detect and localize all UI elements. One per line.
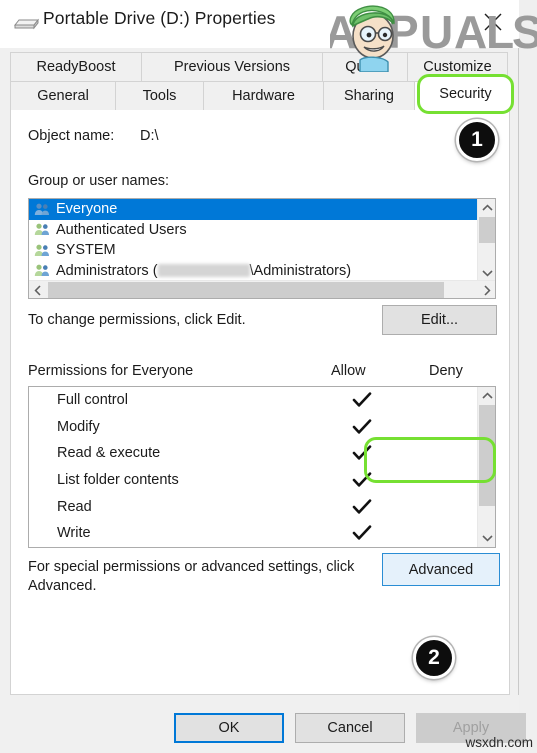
scrollbar-thumb[interactable] xyxy=(479,217,495,243)
window-title: Portable Drive (D:) Properties xyxy=(43,8,276,28)
tab-tools[interactable]: Tools xyxy=(115,81,204,110)
tab-security-label[interactable]: Security xyxy=(417,74,514,114)
table-row[interactable]: List folder contents xyxy=(29,467,479,494)
scroll-up-icon[interactable] xyxy=(478,387,495,405)
list-item[interactable]: SYSTEM xyxy=(29,240,478,261)
scroll-up-icon[interactable] xyxy=(478,199,495,217)
permissions-vertical-scrollbar[interactable] xyxy=(477,387,495,547)
list-item-label-suffix: \Administrators) xyxy=(249,262,352,279)
security-panel: Object name: D:\ Group or user names: Ev… xyxy=(10,110,510,695)
column-header-allow: Allow xyxy=(331,363,366,379)
allow-checkmark-icon[interactable] xyxy=(351,442,373,464)
advanced-button[interactable]: Advanced xyxy=(382,553,500,586)
allow-checkmark-icon[interactable] xyxy=(351,416,373,438)
screenshot-root: Portable Drive (D:) Properties ReadyBoos… xyxy=(0,0,537,753)
tab-label: General xyxy=(37,88,89,104)
tab-label: Sharing xyxy=(344,88,394,104)
tab-quota[interactable]: Quota xyxy=(322,52,408,81)
scrollbar-thumb[interactable] xyxy=(48,282,444,298)
tab-readyboost[interactable]: ReadyBoost xyxy=(10,52,142,81)
step-badge-1: 1 xyxy=(456,119,498,161)
tab-previous-versions[interactable]: Previous Versions xyxy=(141,52,323,81)
table-row[interactable]: Full control xyxy=(29,387,479,414)
allow-checkmark-icon[interactable] xyxy=(351,522,373,544)
permissions-header: Permissions for Everyone xyxy=(28,363,194,379)
permissions-list-box[interactable]: Full control Modify Read & execute List … xyxy=(28,386,496,548)
scrollbar-thumb[interactable] xyxy=(479,405,495,506)
column-header-deny: Deny xyxy=(429,363,463,379)
list-item[interactable]: Authenticated Users xyxy=(29,220,478,241)
step-badge-2: 2 xyxy=(413,637,455,679)
permission-name: Full control xyxy=(57,392,128,409)
permission-name: Modify xyxy=(57,418,100,435)
users-icon xyxy=(34,202,51,217)
table-row[interactable]: Read xyxy=(29,493,479,520)
group-list-horizontal-scrollbar[interactable] xyxy=(29,280,495,298)
tab-hardware[interactable]: Hardware xyxy=(203,81,324,110)
redacted-computer-name xyxy=(157,264,250,278)
advanced-hint-text: For special permissions or advanced sett… xyxy=(28,559,355,594)
permission-name: List folder contents xyxy=(57,472,179,489)
permission-name: Read xyxy=(57,498,92,515)
tab-label: Quota xyxy=(345,59,385,75)
tab-label: Previous Versions xyxy=(173,59,291,75)
tab-label: ReadyBoost xyxy=(36,59,116,75)
list-item[interactable]: Administrators ( \Administrators) xyxy=(29,261,478,282)
ok-button-label: OK xyxy=(218,720,240,736)
scroll-down-icon[interactable] xyxy=(478,529,495,547)
scroll-right-icon[interactable] xyxy=(478,281,495,298)
group-or-user-names-label: Group or user names: xyxy=(28,173,170,189)
external-drive-icon xyxy=(12,16,40,32)
edit-button[interactable]: Edit... xyxy=(382,305,497,335)
scroll-left-icon[interactable] xyxy=(29,281,47,298)
permission-name: Write xyxy=(57,525,91,542)
group-list-rows: Everyone Authenticated Users SYSTEM Admi… xyxy=(29,199,478,282)
site-watermark: wsxdn.com xyxy=(465,735,533,750)
permission-name: Read & execute xyxy=(57,445,161,462)
edit-hint-text: To change permissions, click Edit. xyxy=(28,312,246,328)
allow-checkmark-icon[interactable] xyxy=(351,496,373,518)
cancel-button-label: Cancel xyxy=(327,720,373,736)
edit-button-label: Edit... xyxy=(420,312,459,328)
allow-checkmark-icon[interactable] xyxy=(351,389,373,411)
close-icon[interactable] xyxy=(473,6,513,38)
apply-button-label: Apply xyxy=(452,720,490,736)
users-icon xyxy=(34,243,51,258)
permissions-rows: Full control Modify Read & execute List … xyxy=(29,387,479,547)
list-item-label: Administrators ( xyxy=(56,262,158,279)
group-list-vertical-scrollbar[interactable] xyxy=(477,199,495,282)
list-item-label: Authenticated Users xyxy=(56,221,187,238)
tab-sharing[interactable]: Sharing xyxy=(323,81,415,110)
users-icon xyxy=(34,222,51,237)
title-bar: Portable Drive (D:) Properties xyxy=(0,0,519,48)
ok-button[interactable]: OK xyxy=(174,713,284,743)
list-item-label: Everyone xyxy=(56,201,118,218)
object-name-label: Object name: xyxy=(28,128,115,144)
users-icon xyxy=(34,263,51,278)
tab-label: Customize xyxy=(423,59,492,75)
tab-general[interactable]: General xyxy=(10,81,116,110)
list-item[interactable]: Everyone xyxy=(29,199,478,220)
object-name-value: D:\ xyxy=(140,128,159,144)
tab-label: Hardware xyxy=(232,88,295,104)
advanced-button-label: Advanced xyxy=(408,561,474,578)
allow-checkmark-icon[interactable] xyxy=(351,469,373,491)
table-row[interactable]: Modify xyxy=(29,414,479,441)
group-list-box[interactable]: Everyone Authenticated Users SYSTEM Admi… xyxy=(28,198,496,299)
list-item-label: SYSTEM xyxy=(56,242,116,259)
cancel-button[interactable]: Cancel xyxy=(295,713,405,743)
table-row[interactable]: Write xyxy=(29,520,479,547)
table-row[interactable]: Read & execute xyxy=(29,440,479,467)
tab-label: Tools xyxy=(142,88,177,104)
